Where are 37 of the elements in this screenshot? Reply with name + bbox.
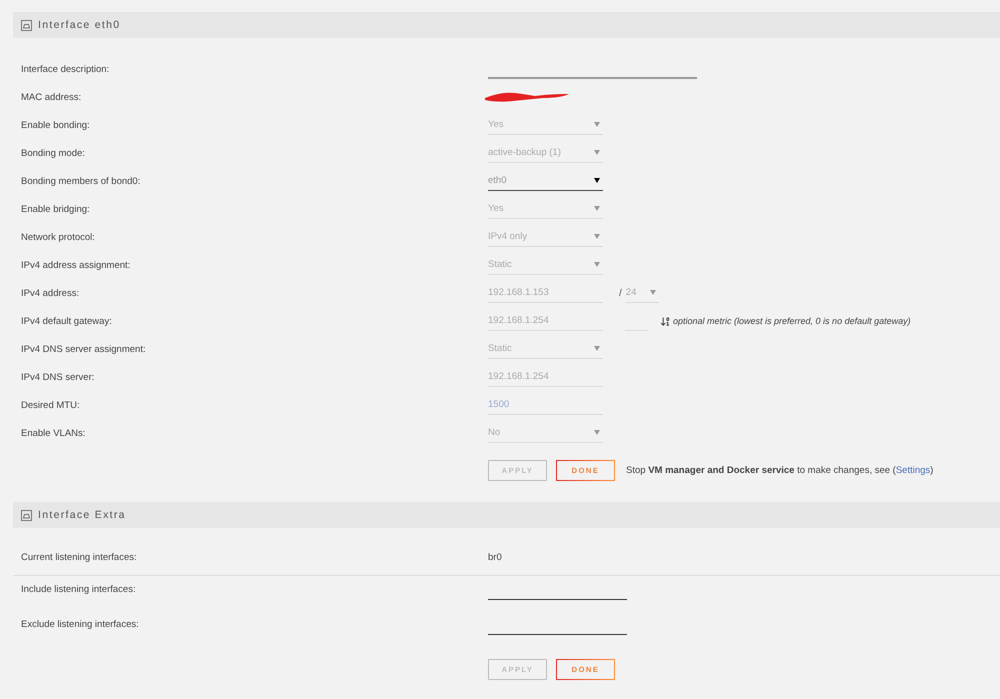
interfaces-value: br0 [488,552,502,563]
field-label: Interface description: [20,64,110,74]
caret-icon [594,150,600,155]
select-field[interactable]: eth0 [488,171,603,191]
caret-icon [594,430,600,435]
notice-text: Stop VM manager and Docker service to make changes, see (Settings) [626,465,934,476]
field-label: Bonding members of bond0: [20,176,142,186]
settings-link[interactable]: Settings [896,465,930,476]
panel-icon [21,510,32,520]
field-label: Enable bonding: [20,120,91,130]
panel-icon [21,20,32,30]
section-title: Interface Extra [38,509,126,521]
field-label: Network protocol: [20,232,96,242]
field-label: Bonding mode: [20,148,86,158]
field-label: IPv4 address: [20,288,80,298]
field-label: Current listening interfaces: [20,552,138,563]
caret-icon [594,262,600,267]
caret-icon [594,178,600,183]
field-label: MAC address: [20,92,82,102]
caret-icon [594,206,600,211]
sort-numeric-icon [660,316,671,326]
field-label: Include listening interfaces: [20,584,137,595]
field-label: IPv4 DNS server: [20,372,96,382]
metric-note: optional metric (lowest is preferred, 0 is no default gateway) [673,316,911,326]
field-label: Exclude listening interfaces: [20,619,140,630]
caret-icon [594,234,600,239]
mask-separator: / [619,288,622,298]
field-label: Enable bridging: [20,204,91,214]
field-label: IPv4 default gateway: [20,316,113,326]
caret-icon [650,290,656,295]
caret-icon [594,346,600,351]
field-label: IPv4 address assignment: [20,260,132,270]
field-label: Desired MTU: [20,400,81,410]
field-label: Enable VLANs: [20,428,86,438]
section-title: Interface eth0 [38,19,120,31]
field-label: IPv4 DNS server assignment: [20,344,147,354]
caret-icon [594,122,600,127]
